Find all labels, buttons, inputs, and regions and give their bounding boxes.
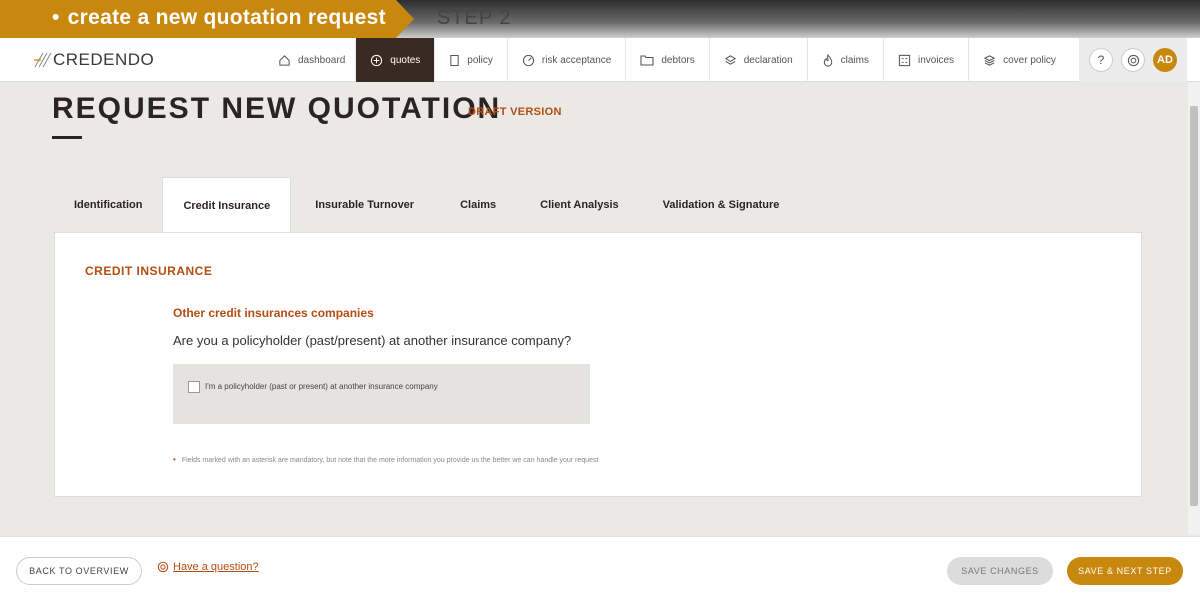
page-scrollbar[interactable] [1188,82,1200,534]
home-icon [279,54,290,66]
policyholder-checkbox-label[interactable]: I'm a policyholder (past or present) at … [205,382,438,391]
help-icon: ? [1097,53,1105,67]
folder-icon [640,55,654,66]
tab-claims[interactable]: Claims [438,177,518,233]
lifebuoy-icon [1127,54,1139,66]
save-next-step-button[interactable]: SAVE & NEXT STEP [1067,557,1183,585]
tab-client-analysis[interactable]: Client Analysis [518,177,640,233]
nav-label-claims: claims [840,54,869,66]
have-a-question-link[interactable]: Have a question? [157,561,259,573]
user-avatar[interactable]: AD [1153,48,1177,72]
invoice-icon [898,54,911,66]
user-tools: ? AD [1079,38,1187,82]
nav-label-risk-acceptance: risk acceptance [541,54,612,66]
logo-mark-icon [33,51,53,69]
quotation-tabs: Identification Credit Insurance Insurabl… [54,177,801,233]
layers-icon [724,54,736,65]
nav-item-debtors[interactable]: debtors [626,38,710,82]
nav-label-dashboard: dashboard [298,54,346,66]
tab-credit-insurance[interactable]: Credit Insurance [162,177,292,233]
policyholder-checkbox[interactable] [188,381,200,393]
section-subheading: Other credit insurances companies [173,306,374,320]
document-icon [450,54,459,66]
nav-label-quotes: quotes [390,54,421,66]
lifebuoy-icon [157,561,169,573]
nav-label-cover-policy: cover policy [1003,54,1056,66]
title-underline [52,136,82,139]
nav-label-debtors: debtors [661,54,695,66]
credendo-logo[interactable]: CREDENDO [33,50,154,70]
main-menu: dashboard quotes policy risk acceptance … [268,38,1070,82]
credit-insurance-panel: CREDIT INSURANCE Other credit insurances… [54,232,1142,497]
step-task-tag: create a new quotation request [0,0,414,38]
action-bar: BACK TO OVERVIEW Have a question? SAVE C… [0,536,1200,593]
stack-icon [983,54,996,66]
tab-identification[interactable]: Identification [54,177,162,233]
gauge-icon [522,54,534,66]
nav-label-invoices: invoices [917,54,955,66]
nav-label-policy: policy [467,54,493,66]
back-to-overview-button[interactable]: BACK TO OVERVIEW [16,557,142,585]
tab-insurable-turnover[interactable]: Insurable Turnover [291,177,438,233]
plus-circle-icon [371,54,383,66]
draft-badge: DRAFT VERSION [468,106,562,118]
have-a-question-label: Have a question? [173,561,259,573]
brand-name: CREDENDO [53,50,155,69]
nav-item-invoices[interactable]: invoices [884,38,970,82]
tab-validation-signature[interactable]: Validation & Signature [641,177,802,233]
nav-item-declaration[interactable]: declaration [710,38,808,82]
mandatory-fields-note: Fields marked with an asterisk are manda… [173,455,599,464]
nav-item-risk-acceptance[interactable]: risk acceptance [508,38,627,82]
nav-item-dashboard[interactable]: dashboard [268,38,357,82]
step-number: STEP 2 [437,7,512,29]
nav-label-declaration: declaration [743,54,793,66]
nav-item-policy[interactable]: policy [435,38,508,82]
policyholder-question: Are you a policyholder (past/present) at… [173,333,572,348]
page-title: REQUEST NEW QUOTATION [52,92,502,125]
save-changes-button[interactable]: SAVE CHANGES [947,557,1053,585]
top-navigation: CREDENDO dashboard quotes policy risk ac… [0,38,1200,82]
step-banner: create a new quotation request STEP 2 [0,0,1200,38]
nav-item-quotes[interactable]: quotes [356,38,436,82]
nav-item-claims[interactable]: claims [808,38,884,82]
support-button[interactable] [1121,48,1145,72]
step-task-text: create a new quotation request [52,6,386,30]
nav-item-cover-policy[interactable]: cover policy [969,38,1070,82]
scroll-thumb[interactable] [1190,106,1198,506]
section-title: CREDIT INSURANCE [85,264,213,278]
help-button[interactable]: ? [1089,48,1113,72]
policyholder-option-panel: I'm a policyholder (past or present) at … [173,364,590,424]
flame-icon [823,53,832,67]
